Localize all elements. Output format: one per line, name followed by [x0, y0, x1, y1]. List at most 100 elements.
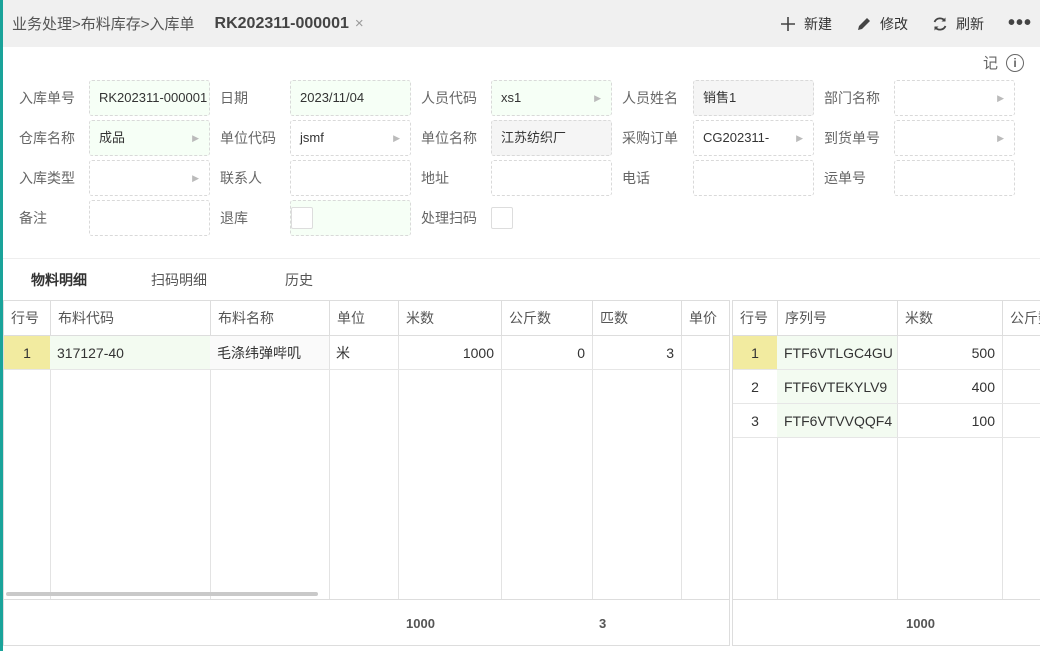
- total-meters: 1000: [906, 616, 935, 631]
- unit-cell[interactable]: 米: [329, 336, 398, 370]
- date-value: 2023/11/04: [300, 90, 365, 105]
- date-field[interactable]: 2023/11/04: [290, 80, 411, 116]
- chevron-right-icon: ▶: [997, 133, 1004, 143]
- col-header-fabric-code[interactable]: 布料代码: [51, 301, 211, 336]
- toolbar: 新建 修改 刷新 •••: [780, 0, 1040, 47]
- tab-scan-detail[interactable]: 扫码明细: [151, 264, 207, 298]
- material-grid-header: 行号 布料代码 布料名称 单位 米数 公斤数 匹数 单价: [4, 301, 729, 336]
- pieces-cell[interactable]: 3: [592, 336, 681, 370]
- row-no-cell[interactable]: 1: [733, 336, 777, 370]
- chevron-right-icon: ▶: [192, 173, 199, 183]
- staff-name-field[interactable]: 销售1: [693, 80, 814, 116]
- close-tab-icon[interactable]: ×: [355, 15, 364, 32]
- phone-field[interactable]: [693, 160, 814, 196]
- form-row-4: 备注 退库 处理扫码: [3, 200, 1040, 236]
- contact-field[interactable]: [290, 160, 411, 196]
- refresh-button[interactable]: 刷新: [932, 14, 984, 34]
- total-pieces: 3: [599, 616, 607, 631]
- grid-col-line: [681, 336, 682, 599]
- col-header-row-no[interactable]: 行号: [733, 301, 778, 336]
- staff-code-field[interactable]: xs1 ▶: [491, 80, 612, 116]
- document-tab-title: RK202311-000001: [214, 14, 349, 32]
- remark-label: 备注: [19, 210, 47, 226]
- col-header-serial-no[interactable]: 序列号: [778, 301, 898, 336]
- unit-code-value: jsmf: [300, 130, 324, 145]
- fabric-name-cell[interactable]: 毛涤纬弹哔叽: [210, 336, 329, 370]
- meters-cell[interactable]: 400: [897, 370, 1002, 404]
- form-row-3: 入库类型 ▶ 联系人 地址 电话 运单号: [3, 160, 1040, 196]
- more-options-icon[interactable]: •••: [1008, 12, 1032, 35]
- unit-code-field[interactable]: jsmf ▶: [290, 120, 411, 156]
- unit-name-field[interactable]: 江苏纺织厂: [491, 120, 612, 156]
- warehouse-field[interactable]: 成品 ▶: [89, 120, 210, 156]
- dept-field[interactable]: ▶: [894, 80, 1015, 116]
- meters-cell[interactable]: 1000: [398, 336, 501, 370]
- serial-grid: 行号 序列号 米数 公斤数 1 FTF6VTLGC4GU 500 2 FTF6V…: [732, 300, 1040, 646]
- remark-field[interactable]: [89, 200, 210, 236]
- col-header-unit[interactable]: 单位: [330, 301, 399, 336]
- kg-cell[interactable]: [1002, 404, 1040, 438]
- row-no-cell[interactable]: 1: [4, 336, 50, 370]
- col-header-pieces[interactable]: 匹数: [593, 301, 682, 336]
- col-header-fabric-name[interactable]: 布料名称: [211, 301, 330, 336]
- kg-cell[interactable]: 0: [501, 336, 592, 370]
- row-no-cell[interactable]: 3: [733, 404, 777, 438]
- total-meters: 1000: [406, 616, 435, 631]
- serial-no-cell[interactable]: FTF6VTEKYLV9: [777, 370, 897, 404]
- staff-name-value: 销售1: [703, 90, 737, 105]
- col-header-meters[interactable]: 米数: [898, 301, 1003, 336]
- horizontal-scrollbar[interactable]: [6, 592, 318, 596]
- tab-history[interactable]: 历史: [285, 264, 313, 298]
- arrival-no-field[interactable]: ▶: [894, 120, 1015, 156]
- col-header-kg[interactable]: 公斤数: [1003, 301, 1040, 336]
- grid-col-line: [329, 336, 330, 599]
- chevron-right-icon: ▶: [594, 93, 601, 103]
- col-header-row-no[interactable]: 行号: [4, 301, 51, 336]
- serial-no-cell[interactable]: FTF6VTLGC4GU: [777, 336, 897, 370]
- edit-button[interactable]: 修改: [856, 14, 908, 34]
- grid-col-line: [210, 336, 211, 599]
- info-icon[interactable]: i: [1006, 53, 1024, 72]
- meters-cell[interactable]: 500: [897, 336, 1002, 370]
- form-divider: [3, 258, 1040, 259]
- chevron-right-icon: ▶: [796, 133, 803, 143]
- new-button-label: 新建: [803, 15, 832, 32]
- row-no-cell[interactable]: 2: [733, 370, 777, 404]
- edit-button-label: 修改: [879, 15, 908, 32]
- purchase-order-value: CG202311-: [703, 130, 770, 145]
- address-field[interactable]: [491, 160, 612, 196]
- tab-material-detail[interactable]: 物料明细: [31, 264, 87, 298]
- date-label: 日期: [220, 90, 248, 106]
- receipt-type-field[interactable]: ▶: [89, 160, 210, 196]
- material-grid-footer: 1000 3: [4, 599, 729, 645]
- form-row-1: 入库单号 RK202311-000001 日期 2023/11/04 人员代码 …: [3, 80, 1040, 116]
- waybill-field[interactable]: [894, 160, 1015, 196]
- dept-label: 部门名称: [824, 90, 880, 106]
- col-header-unit-price[interactable]: 单价: [682, 301, 729, 336]
- col-header-kg[interactable]: 公斤数: [502, 301, 593, 336]
- note-indicator[interactable]: 记 i: [983, 52, 1024, 73]
- fabric-code-cell[interactable]: 317127-40: [50, 336, 210, 370]
- serial-no-cell[interactable]: FTF6VTVVQQF4: [777, 404, 897, 438]
- grid-col-line: [50, 336, 51, 599]
- breadcrumb[interactable]: 业务处理>布料库存>入库单: [12, 13, 195, 34]
- top-bar: 业务处理>布料库存>入库单 RK202311-000001 × 新建 修改 刷新…: [3, 0, 1040, 47]
- staff-name-label: 人员姓名: [622, 90, 678, 106]
- new-button[interactable]: 新建: [780, 14, 832, 34]
- meters-cell[interactable]: 100: [897, 404, 1002, 438]
- return-checkbox[interactable]: [291, 207, 313, 229]
- kg-cell[interactable]: [1002, 336, 1040, 370]
- scan-label: 处理扫码: [421, 210, 477, 226]
- unit-price-cell[interactable]: [681, 336, 729, 370]
- plus-icon: [780, 16, 795, 31]
- grid-col-line: [592, 336, 593, 599]
- contact-label: 联系人: [220, 170, 262, 186]
- receipt-no-field[interactable]: RK202311-000001: [89, 80, 210, 116]
- staff-code-label: 人员代码: [421, 90, 477, 106]
- document-tab[interactable]: RK202311-000001 ×: [215, 15, 364, 33]
- col-header-meters[interactable]: 米数: [399, 301, 502, 336]
- unit-name-value: 江苏纺织厂: [501, 130, 567, 145]
- purchase-order-field[interactable]: CG202311- ▶: [693, 120, 814, 156]
- scan-checkbox[interactable]: [491, 207, 513, 229]
- kg-cell[interactable]: [1002, 370, 1040, 404]
